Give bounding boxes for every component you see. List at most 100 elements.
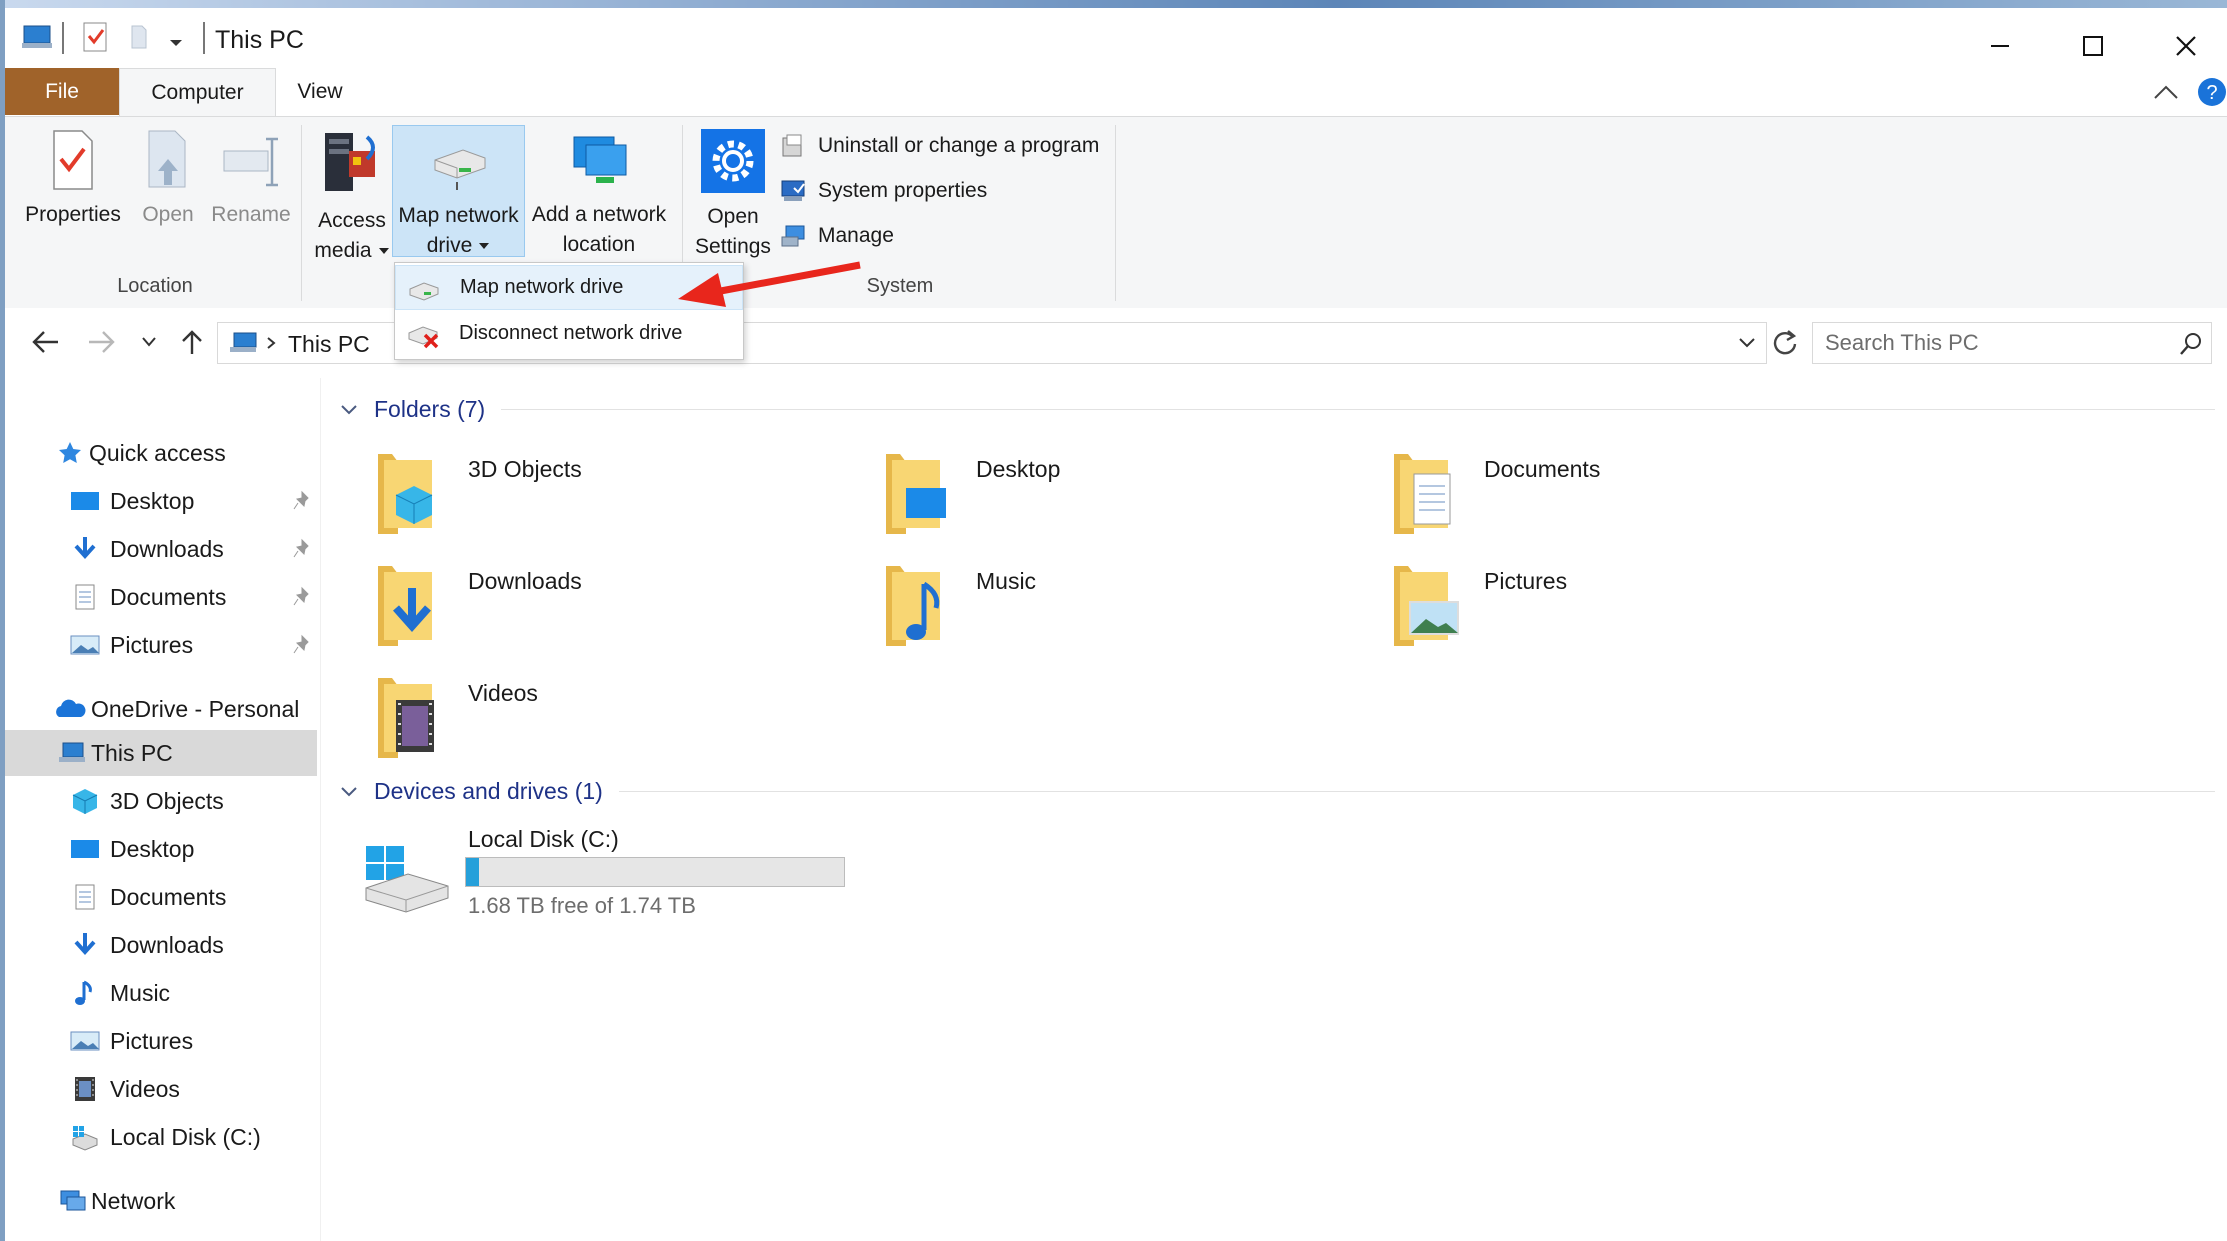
access-media-button[interactable]: Access media <box>309 129 395 266</box>
collapse-ribbon-icon[interactable] <box>2152 82 2180 102</box>
nav-network[interactable]: Network <box>5 1178 317 1224</box>
folder-tile-downloads[interactable]: Downloads <box>372 552 822 652</box>
folder-tile-pictures[interactable]: Pictures <box>1388 552 1838 652</box>
computer-icon <box>230 332 257 352</box>
nav-downloads[interactable]: Downloads <box>5 922 317 968</box>
system-properties-icon <box>781 180 805 201</box>
properties-button[interactable]: Properties <box>13 129 133 230</box>
close-button[interactable] <box>2141 20 2227 72</box>
rename-icon <box>223 137 278 187</box>
computer-icon <box>22 25 52 48</box>
pin-icon[interactable] <box>292 634 312 656</box>
uninstall-program-button[interactable]: Uninstall or change a program <box>780 133 1099 159</box>
tab-view[interactable]: View <box>280 68 360 115</box>
title-bar: This PC <box>5 8 2227 68</box>
open-settings-label-1: Open <box>707 205 759 228</box>
tab-file[interactable]: File <box>5 68 119 115</box>
nav-label: Network <box>91 1187 176 1214</box>
nav-label: Downloads <box>110 931 224 958</box>
folder-tile-videos[interactable]: Videos <box>372 664 822 764</box>
ribbon: Properties Open Rename Location Access m… <box>5 116 2227 310</box>
refresh-icon[interactable] <box>1770 328 1800 358</box>
group-separator <box>301 125 302 301</box>
nav-label: Desktop <box>110 487 195 514</box>
nav-onedrive[interactable]: OneDrive - Personal <box>5 686 317 732</box>
3d-objects-icon <box>72 789 98 814</box>
forward-arrow-icon[interactable] <box>87 330 117 354</box>
system-properties-button[interactable]: System properties <box>780 178 987 204</box>
nav-music[interactable]: Music <box>5 970 317 1016</box>
ribbon-tabs: File Computer View ? <box>5 68 2227 117</box>
window-title: This PC <box>215 26 304 54</box>
nav-quick-downloads[interactable]: Downloads <box>5 526 317 572</box>
properties-qa-icon[interactable] <box>81 20 111 54</box>
open-settings-button[interactable]: Open Settings <box>685 129 781 262</box>
music-note-icon <box>75 980 92 1005</box>
search-input[interactable]: Search This PC <box>1812 322 2212 364</box>
nav-quick-pictures[interactable]: Pictures <box>5 622 317 668</box>
pin-icon[interactable] <box>292 490 312 512</box>
folder-name: Downloads <box>468 568 582 594</box>
devices-group-header[interactable]: Devices and drives (1) <box>340 778 2215 805</box>
map-network-drive-button[interactable]: Map network drive <box>392 125 525 257</box>
manage-button[interactable]: Manage <box>780 223 894 249</box>
new-folder-qa-icon[interactable] <box>128 22 154 52</box>
recent-locations-chevron-icon[interactable] <box>141 336 157 348</box>
nav-label: Local Disk (C:) <box>110 1123 261 1150</box>
menu-item-disconnect-network-drive[interactable]: Disconnect network drive <box>395 311 743 356</box>
folder-name: Pictures <box>1484 568 1568 594</box>
rename-button[interactable]: Rename <box>203 129 299 230</box>
folders-group-header[interactable]: Folders (7) <box>340 396 2215 423</box>
nav-quick-desktop[interactable]: Desktop <box>5 478 317 524</box>
maximize-button[interactable] <box>2048 20 2138 72</box>
tab-computer[interactable]: Computer <box>119 68 276 117</box>
folder-tile-documents[interactable]: Documents <box>1388 440 1838 540</box>
nav-documents[interactable]: Documents <box>5 874 317 920</box>
close-icon <box>2176 36 2196 56</box>
nav-3d-objects[interactable]: 3D Objects <box>5 778 317 824</box>
nav-quick-access[interactable]: Quick access <box>5 430 317 476</box>
open-button[interactable]: Open <box>133 129 203 230</box>
search-placeholder: Search This PC <box>1825 330 1979 355</box>
address-dropdown-icon[interactable] <box>1738 337 1756 349</box>
nav-desktop[interactable]: Desktop <box>5 826 317 872</box>
folders-header-label: Folders (7) <box>374 396 486 422</box>
chevron-down-icon <box>479 243 490 249</box>
group-divider <box>501 409 2215 410</box>
folder-name: Music <box>976 568 1037 594</box>
nav-pictures[interactable]: Pictures <box>5 1018 317 1064</box>
disconnect-drive-icon <box>408 325 439 348</box>
nav-quick-documents[interactable]: Documents <box>5 574 317 620</box>
drive-usage-bar <box>465 857 845 887</box>
minimize-button[interactable] <box>1955 20 2045 72</box>
nav-this-pc[interactable]: This PC <box>5 730 317 776</box>
group-divider <box>618 791 2215 792</box>
qa-dropdown-icon[interactable] <box>168 38 184 48</box>
nav-label: Pictures <box>110 1027 194 1054</box>
folder-tile-3d-objects[interactable]: 3D Objects <box>372 440 822 540</box>
svg-text:?: ? <box>2206 82 2217 104</box>
annotation-arrow-icon <box>678 261 861 307</box>
network-drive-icon <box>434 149 485 190</box>
folder-desktop-icon <box>886 454 946 534</box>
title-separator-2 <box>203 22 205 54</box>
search-icon <box>2180 333 2201 355</box>
help-icon[interactable]: ? <box>2197 77 2227 107</box>
folder-tile-desktop[interactable]: Desktop <box>880 440 1330 540</box>
nav-local-disk[interactable]: Local Disk (C:) <box>5 1114 317 1160</box>
nav-label: OneDrive - Personal <box>91 695 300 722</box>
access-media-label-2: media <box>314 239 372 262</box>
up-arrow-icon[interactable] <box>181 328 203 356</box>
minimize-icon <box>1991 45 2009 47</box>
breadcrumb-chevron-icon <box>267 337 276 349</box>
pin-icon[interactable] <box>292 586 312 608</box>
videos-film-icon <box>75 1077 95 1101</box>
uninstall-label: Uninstall or change a program <box>818 134 1100 157</box>
network-icon <box>60 1190 86 1211</box>
back-arrow-icon[interactable] <box>30 330 60 354</box>
add-network-location-button[interactable]: Add a network location <box>526 129 672 260</box>
folder-tile-music[interactable]: Music <box>880 552 1330 652</box>
pin-icon[interactable] <box>292 538 312 560</box>
nav-videos[interactable]: Videos <box>5 1066 317 1112</box>
breadcrumb-this-pc[interactable]: This PC <box>288 331 370 358</box>
